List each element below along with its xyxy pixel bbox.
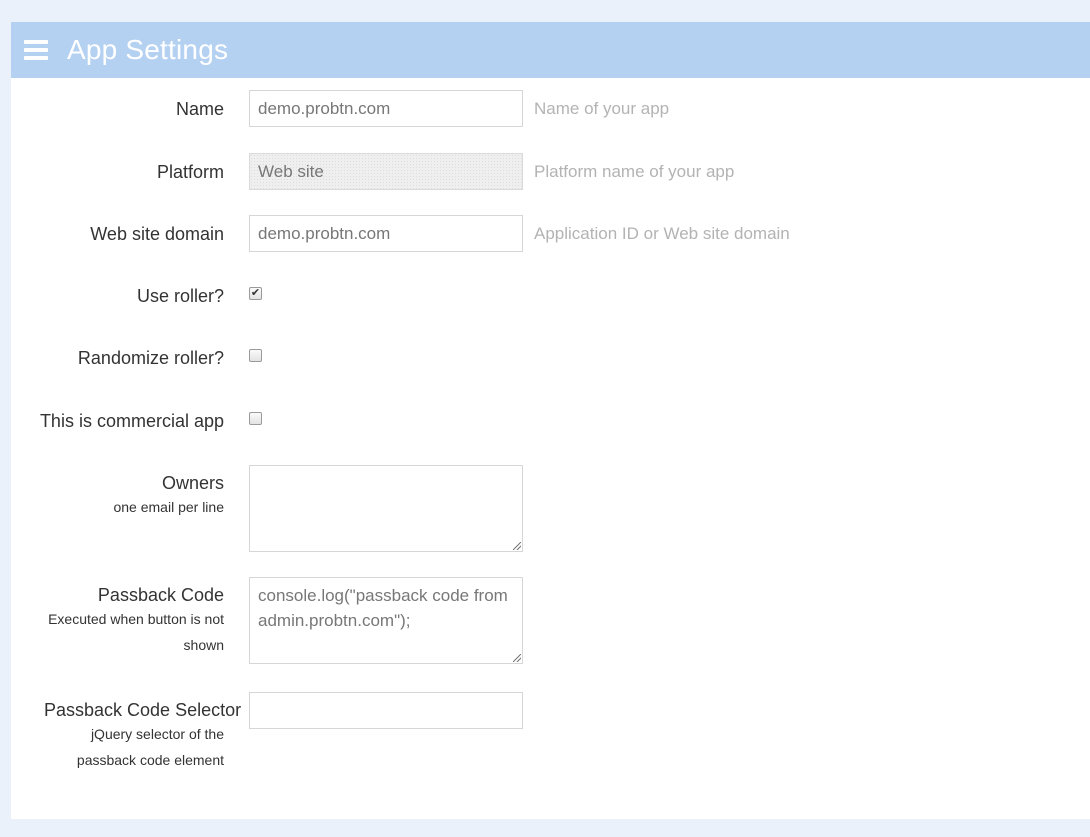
owners-label: Owners: [161, 473, 224, 493]
passback-selector-input[interactable]: [249, 692, 523, 729]
name-hint: Name of your app: [534, 99, 670, 118]
use-roller-label: Use roller?: [136, 286, 224, 306]
owners-textarea[interactable]: [249, 465, 523, 552]
passback-code-label: Passback Code: [97, 585, 224, 605]
checkmark-icon: ✔: [250, 287, 261, 299]
name-input[interactable]: demo.probtn.com: [249, 90, 523, 127]
randomize-roller-label: Randomize roller?: [77, 348, 224, 368]
header-bar: App Settings: [11, 22, 1090, 78]
platform-hint: Platform name of your app: [534, 162, 735, 181]
name-label: Name: [175, 99, 224, 119]
passback-selector-sublabel: jQuery selector of the passback code ele…: [76, 726, 224, 768]
resize-grip-icon[interactable]: [513, 654, 521, 662]
owners-label-group: Owners one email per line: [113, 473, 224, 520]
domain-label: Web site domain: [90, 224, 224, 244]
owners-sublabel: one email per line: [113, 499, 224, 515]
passback-code-label-group: Passback Code Executed when button is no…: [24, 585, 224, 658]
passback-selector-label-group: Passback Code Selector jQuery selector o…: [44, 700, 241, 773]
resize-grip-icon[interactable]: [513, 542, 521, 550]
platform-input: Web site: [249, 153, 523, 190]
hamburger-menu-icon[interactable]: [24, 40, 48, 60]
domain-input[interactable]: demo.probtn.com: [249, 215, 523, 252]
settings-panel: App Settings Name demo.probtn.com Name o…: [11, 22, 1090, 819]
commercial-checkbox[interactable]: [249, 412, 262, 425]
use-roller-checkbox[interactable]: ✔: [249, 287, 262, 300]
domain-hint: Application ID or Web site domain: [534, 224, 790, 243]
passback-code-textarea[interactable]: console.log("passback code from admin.pr…: [249, 577, 523, 664]
passback-code-sublabel: Executed when button is not shown: [48, 611, 224, 653]
randomize-roller-checkbox[interactable]: [249, 349, 262, 362]
commercial-label: This is commercial app: [39, 411, 224, 431]
platform-label: Platform: [156, 162, 224, 182]
passback-code-value: console.log("passback code from admin.pr…: [258, 586, 508, 630]
passback-selector-label: Passback Code Selector: [44, 700, 242, 720]
page-title: App Settings: [67, 34, 229, 65]
